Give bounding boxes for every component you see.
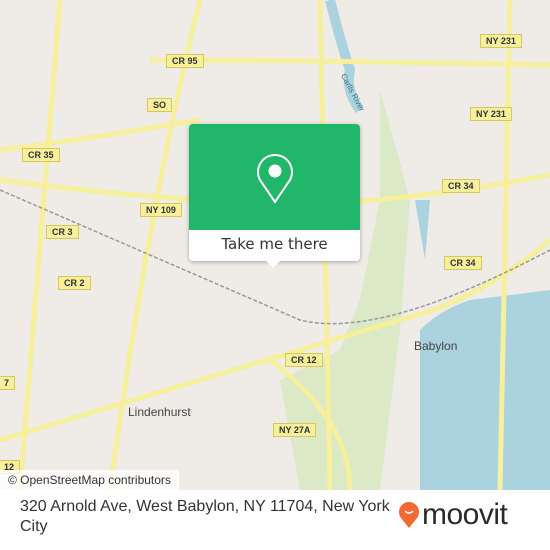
moovit-logo: moovit — [398, 498, 508, 531]
road-label: NY 27A — [273, 423, 317, 437]
road-label: SO — [147, 98, 173, 112]
road-label: NY 231 — [480, 34, 522, 48]
popup-pointer — [265, 260, 281, 268]
brand-name: moovit — [422, 498, 508, 531]
location-pin-icon — [257, 154, 293, 204]
place-label-lindenhurst: Lindenhurst — [128, 405, 191, 419]
moovit-pin-icon — [399, 502, 419, 528]
address-text: 320 Arnold Ave, West Babylon, NY 11704, … — [20, 498, 390, 535]
map-attribution[interactable]: © OpenStreetMap contributors — [0, 470, 179, 490]
road-label: CR 12 — [285, 353, 323, 367]
place-label-babylon: Babylon — [414, 339, 458, 353]
road-label: CR 34 — [444, 256, 482, 270]
road-label: CR 3 — [46, 225, 79, 239]
road-label: CR 95 — [166, 54, 204, 68]
road-label: CR 34 — [442, 179, 480, 193]
road-label: CR 2 — [58, 276, 91, 290]
location-popup: Take me there — [189, 124, 360, 268]
road-label: NY 109 — [140, 203, 182, 217]
road-label: NY 231 — [470, 107, 512, 121]
take-me-there-button[interactable]: Take me there — [189, 230, 360, 261]
road-label: CR 35 — [22, 148, 60, 162]
road-label: 7 — [0, 376, 16, 390]
